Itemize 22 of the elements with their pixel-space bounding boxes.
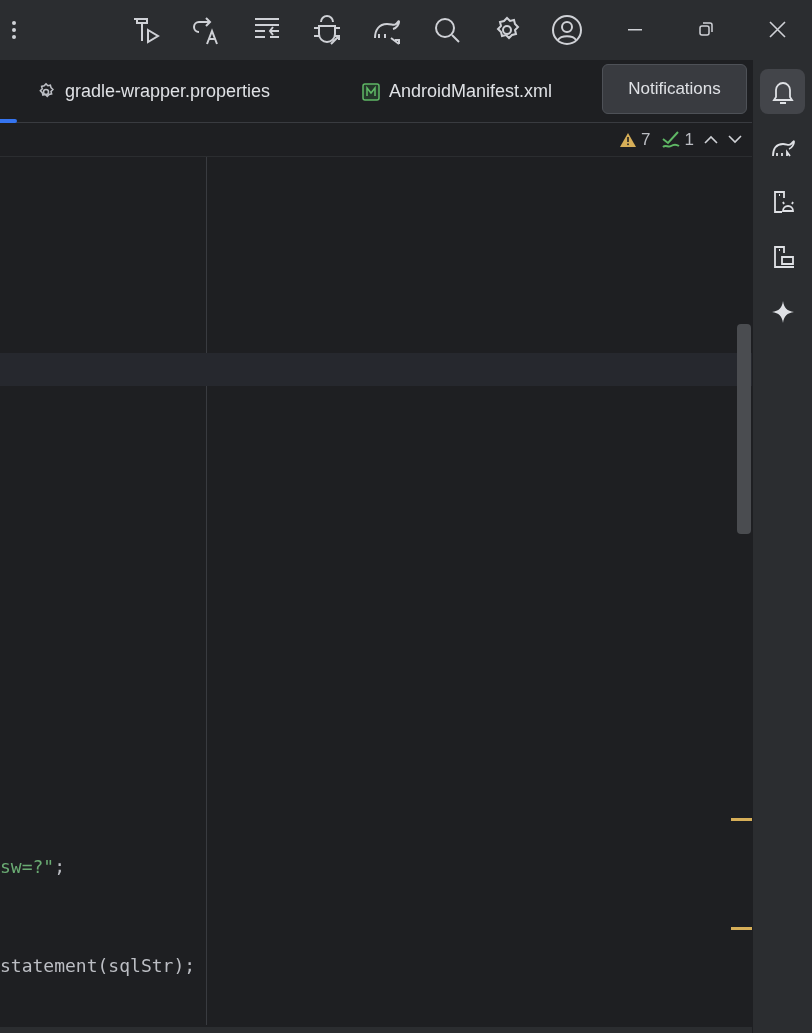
account-icon[interactable] xyxy=(551,14,583,46)
passed-count: 1 xyxy=(684,128,694,151)
manifest-file-icon xyxy=(362,82,380,101)
chevron-up-icon[interactable] xyxy=(704,135,718,144)
warning-count: 7 xyxy=(641,128,651,151)
chevron-down-icon[interactable] xyxy=(728,135,742,144)
check-icon xyxy=(660,130,681,149)
code-line: sw=?"; xyxy=(0,855,66,879)
editor-tab[interactable]: gradle-wrapper.properties xyxy=(34,78,273,105)
restore-icon[interactable] xyxy=(699,22,713,36)
notifications-tooltip: Notifications xyxy=(602,64,747,114)
scrollbar-thumb[interactable] xyxy=(737,324,751,534)
code-line: statement(sqlStr); xyxy=(0,954,196,978)
editor-tab[interactable]: AndroidManifest.xml xyxy=(360,78,555,105)
active-tab-indicator xyxy=(0,119,17,123)
warning-marker[interactable] xyxy=(731,818,752,821)
warning-marker[interactable] xyxy=(731,927,752,930)
warning-icon xyxy=(619,131,638,148)
close-icon[interactable] xyxy=(769,21,786,38)
tool-window-button[interactable] xyxy=(760,69,805,114)
minimize-icon[interactable] xyxy=(628,29,642,31)
bug-icon[interactable] xyxy=(311,14,343,46)
